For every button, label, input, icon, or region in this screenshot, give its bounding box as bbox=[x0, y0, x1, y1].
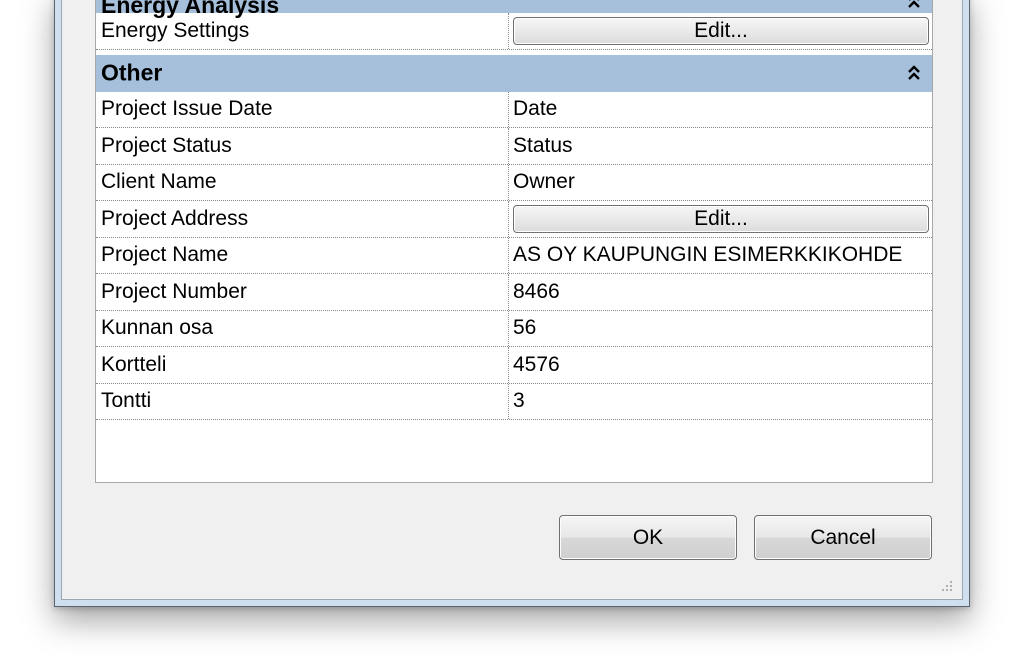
tontti-value[interactable]: 3 bbox=[509, 384, 932, 420]
property-label: Project Name bbox=[96, 237, 509, 273]
property-row-tontti[interactable]: Tontti 3 bbox=[96, 383, 932, 420]
property-row-project-address: Project Address Edit... bbox=[96, 201, 932, 238]
property-label: Kunnan osa bbox=[96, 310, 509, 346]
property-label: Client Name bbox=[96, 164, 509, 200]
property-label: Project Issue Date bbox=[96, 91, 509, 127]
property-row-client-name[interactable]: Client Name Owner bbox=[96, 164, 932, 201]
project-number-value[interactable]: 8466 bbox=[509, 274, 932, 310]
group-title: Energy Analysis bbox=[101, 0, 280, 18]
project-status-value[interactable]: Status bbox=[509, 128, 932, 164]
project-issue-date-value[interactable]: Date bbox=[509, 92, 932, 128]
property-label: Project Status bbox=[96, 128, 509, 164]
property-label: Kortteli bbox=[96, 347, 509, 383]
group-header-other[interactable]: Other bbox=[96, 54, 932, 92]
property-label: Tontti bbox=[96, 383, 509, 419]
resize-grip-icon[interactable] bbox=[938, 577, 954, 593]
property-row-project-issue-date[interactable]: Project Issue Date Date bbox=[96, 91, 932, 128]
ok-button[interactable]: OK bbox=[559, 515, 737, 560]
group-header-energy-analysis[interactable]: Energy Analysis bbox=[96, 0, 932, 18]
cancel-button[interactable]: Cancel bbox=[754, 515, 932, 560]
property-label: Project Address bbox=[96, 201, 509, 237]
project-address-edit-button[interactable]: Edit... bbox=[513, 204, 929, 233]
property-value-cell: Edit... bbox=[509, 201, 932, 237]
group-title: Other bbox=[101, 59, 163, 86]
property-value-cell: Edit... bbox=[509, 13, 932, 49]
property-row-kortteli[interactable]: Kortteli 4576 bbox=[96, 347, 932, 384]
property-row-project-name[interactable]: Project Name AS OY KAUPUNGIN ESIMERKKIKO… bbox=[96, 237, 932, 274]
properties-grid[interactable]: Energy Analysis Energy Settings Edit... … bbox=[95, 0, 933, 483]
double-chevron-up-icon[interactable] bbox=[906, 0, 922, 11]
client-name-value[interactable]: Owner bbox=[509, 165, 932, 201]
dialog-client-area: Energy Analysis Energy Settings Edit... … bbox=[61, 0, 963, 600]
energy-settings-edit-button[interactable]: Edit... bbox=[513, 16, 929, 45]
property-row-kunnan-osa[interactable]: Kunnan osa 56 bbox=[96, 310, 932, 347]
double-chevron-up-icon[interactable] bbox=[906, 63, 922, 83]
kunnan-osa-value[interactable]: 56 bbox=[509, 311, 932, 347]
project-information-dialog: Energy Analysis Energy Settings Edit... … bbox=[54, 0, 970, 607]
property-row-project-status[interactable]: Project Status Status bbox=[96, 128, 932, 165]
property-label: Project Number bbox=[96, 274, 509, 310]
kortteli-value[interactable]: 4576 bbox=[509, 347, 932, 383]
project-name-value[interactable]: AS OY KAUPUNGIN ESIMERKKIKOHDE bbox=[509, 238, 932, 274]
property-row-project-number[interactable]: Project Number 8466 bbox=[96, 274, 932, 311]
